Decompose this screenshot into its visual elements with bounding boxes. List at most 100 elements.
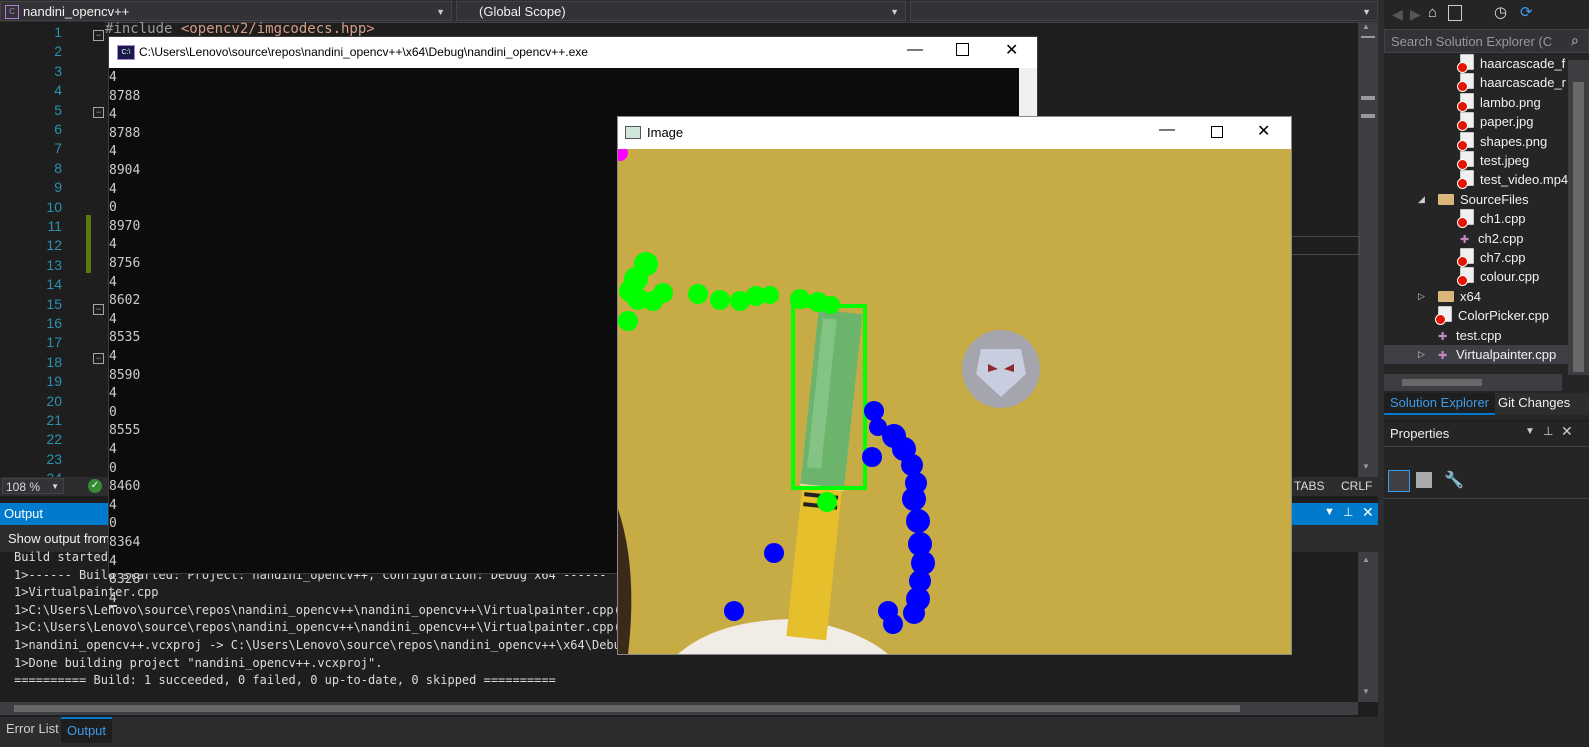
solution-tree-item[interactable]: ✚ ch2.cpp [1384, 229, 1568, 248]
pin-icon[interactable]: ⊥ [1343, 505, 1353, 519]
solution-tree-item[interactable]: colour.cpp [1384, 267, 1568, 287]
include-path: <opencv2/imgcodecs.hpp> [180, 21, 375, 37]
scroll-down-icon[interactable]: ▼ [1362, 462, 1370, 471]
solution-tree-item[interactable]: test.jpeg [1384, 151, 1568, 170]
close-icon[interactable]: ✕ [1362, 504, 1374, 521]
editor-vertical-scrollbar[interactable]: ▲ ▼ [1358, 22, 1378, 477]
solution-tree-item[interactable]: lambo.png [1384, 92, 1568, 112]
include-directive: #include [105, 21, 181, 37]
scroll-up-icon[interactable]: ▲ [1362, 22, 1370, 31]
tab-output[interactable]: Output [61, 717, 113, 743]
history-icon[interactable]: ◷ [1494, 3, 1507, 21]
code-line-1[interactable]: #include <opencv2/imgcodecs.hpp> [105, 21, 375, 37]
pin-icon[interactable]: ⊥ [1543, 424, 1553, 438]
tab-error-list[interactable]: Error List [6, 721, 59, 736]
solution-tree-item-label: test.cpp [1456, 327, 1502, 343]
output-line: ========== Build: 1 succeeded, 0 failed,… [14, 673, 556, 688]
fold-toggle-icon[interactable]: − [93, 30, 104, 41]
excluded-file-icon [1457, 92, 1474, 112]
solution-tree-item[interactable]: ▷ ✚ Virtualpainter.cpp [1384, 345, 1568, 364]
alphabetical-icon[interactable] [1416, 472, 1432, 488]
back-icon[interactable]: ◀ [1392, 6, 1403, 23]
console-title-bar[interactable]: C:\ C:\Users\Lenovo\source\repos\nandini… [109, 37, 1037, 68]
maximize-icon[interactable] [956, 43, 969, 56]
image-window-title: Image [647, 125, 684, 140]
scroll-down-icon[interactable]: ▼ [1362, 687, 1370, 696]
excluded-file-icon [1457, 267, 1474, 287]
solution-vertical-scrollbar[interactable] [1568, 60, 1589, 375]
line-number: 15 [46, 295, 62, 312]
solution-tree: haarcascade_f haarcascade_r lambo.png paper… [1384, 54, 1589, 372]
scroll-thumb[interactable] [1573, 82, 1584, 372]
minimize-icon[interactable]: — [1159, 121, 1175, 139]
solution-tree-item[interactable]: haarcascade_r [1384, 73, 1568, 93]
console-line: 8756 [109, 256, 141, 271]
zoom-level: 108 % [6, 480, 41, 494]
line-number: 21 [46, 412, 62, 428]
forward-icon[interactable]: ▶ [1410, 6, 1421, 23]
cpp-file-icon: ✚ [1438, 330, 1448, 343]
collapsed-arrow-icon[interactable]: ▷ [1418, 287, 1425, 306]
close-icon[interactable]: ✕ [1257, 121, 1270, 141]
fold-toggle-icon[interactable]: − [93, 304, 104, 315]
fold-toggle-icon[interactable]: − [93, 107, 104, 118]
solution-tree-item[interactable]: ColorPicker.cpp [1384, 306, 1568, 326]
solution-tree-item-label: SourceFiles [1460, 191, 1529, 207]
collapsed-arrow-icon[interactable]: ▷ [1418, 345, 1425, 364]
solution-tree-item-label: Virtualpainter.cpp [1456, 347, 1557, 362]
tab-solution-explorer[interactable]: Solution Explorer [1384, 393, 1495, 415]
close-icon[interactable]: ✕ [1005, 40, 1018, 60]
maximize-icon[interactable] [1211, 126, 1223, 138]
console-line: 4 [109, 107, 117, 123]
line-ending-mode[interactable]: CRLF [1341, 479, 1372, 493]
line-number: 19 [46, 373, 62, 390]
excluded-file-icon [1457, 248, 1474, 267]
categorized-icon[interactable] [1388, 470, 1410, 492]
member-dropdown[interactable]: ▼ [910, 1, 1378, 21]
line-number: 9 [54, 179, 62, 196]
solution-tree-item[interactable]: ◢ SourceFiles [1384, 190, 1568, 209]
tab-git-changes[interactable]: Git Changes [1498, 395, 1570, 410]
image-title-bar[interactable]: Image — ✕ [618, 117, 1291, 149]
no-issues-check-icon[interactable]: ✓ [88, 479, 102, 493]
line-number: 13 [46, 256, 62, 273]
chevron-down-icon[interactable]: ▼ [1324, 506, 1335, 518]
excluded-file-icon [1457, 112, 1474, 132]
solution-tree-item[interactable]: ✚ test.cpp [1384, 326, 1568, 345]
project-dropdown[interactable]: C nandini_opencv++ ▼ [0, 1, 452, 21]
solution-tree-item[interactable]: ▷ x64 [1384, 287, 1568, 306]
scroll-up-icon[interactable]: ▲ [1362, 555, 1370, 564]
scope-dropdown[interactable]: (Global Scope) ▼ [456, 1, 906, 21]
solution-tree-item[interactable]: shapes.png [1384, 131, 1568, 151]
fold-toggle-icon[interactable]: − [93, 353, 104, 364]
indent-mode[interactable]: TABS [1294, 479, 1324, 493]
switch-views-icon[interactable] [1448, 5, 1462, 21]
solution-tree-item[interactable]: paper.jpg [1384, 112, 1568, 132]
solution-tree-item-label: test.jpeg [1480, 153, 1530, 168]
refresh-icon[interactable]: ⟳ [1520, 3, 1533, 21]
minimize-icon[interactable]: — [907, 41, 923, 59]
zoom-dropdown[interactable]: 108 % ▼ [2, 478, 64, 494]
property-pages-wrench-icon[interactable]: 🔧 [1444, 470, 1464, 490]
tree-horizontal-scrollbar[interactable] [1384, 374, 1562, 391]
close-icon[interactable]: ✕ [1561, 423, 1573, 440]
solution-tree-item[interactable]: ch1.cpp [1384, 209, 1568, 229]
output-horizontal-scrollbar[interactable] [0, 702, 1358, 715]
expanded-arrow-icon[interactable]: ◢ [1418, 190, 1425, 209]
solution-search-box[interactable]: Search Solution Explorer (C ⌕ [1384, 29, 1589, 53]
home-icon[interactable]: ⌂ [1428, 4, 1437, 21]
solution-tree-item[interactable]: test_video.mp4 [1384, 170, 1568, 190]
line-number: 14 [46, 276, 62, 293]
line-number: 8 [54, 159, 62, 176]
solution-tree-item[interactable]: haarcascade_f [1384, 54, 1568, 73]
output-vertical-scrollbar[interactable]: ▲ ▼ [1358, 552, 1378, 702]
line-number: 23 [46, 450, 62, 467]
search-icon[interactable]: ⌕ [1571, 32, 1579, 49]
cpp-file-icon: ✚ [1460, 233, 1470, 246]
chevron-down-icon[interactable]: ▼ [1525, 426, 1535, 437]
image-window[interactable]: Image — ✕ [617, 116, 1292, 655]
scroll-thumb[interactable] [14, 705, 1240, 712]
solution-tabs: Solution Explorer Git Changes [1384, 393, 1589, 415]
line-number: 1 [54, 24, 62, 40]
solution-tree-item[interactable]: ch7.cpp [1384, 248, 1568, 267]
